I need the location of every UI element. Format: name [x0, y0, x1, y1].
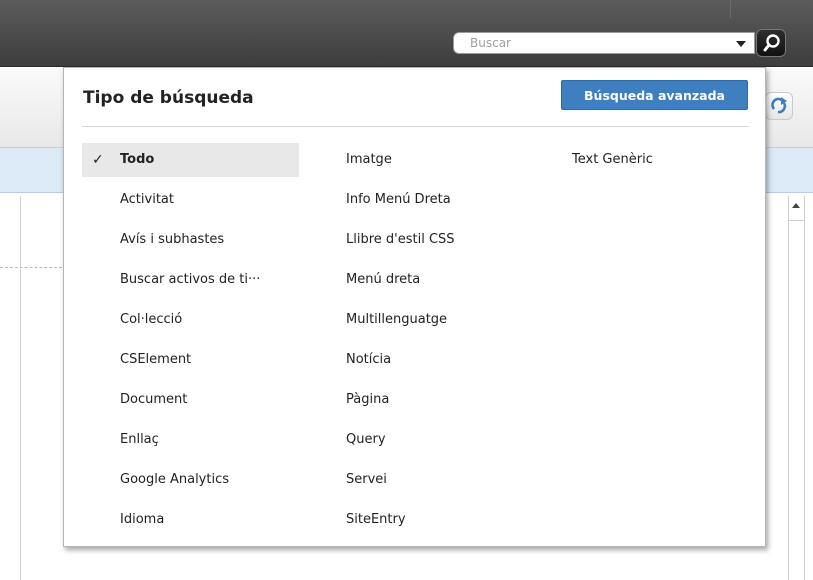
search-type-item[interactable]: Google Analytics	[82, 463, 299, 497]
panel-divider	[82, 126, 749, 127]
search-type-item[interactable]: Buscar activos de ti···	[82, 263, 299, 297]
vertical-scrollbar[interactable]	[788, 196, 805, 580]
search-type-item[interactable]: Notícia	[346, 343, 546, 377]
search-type-item-todo[interactable]: ✓ Todo	[82, 143, 299, 177]
search-box[interactable]	[453, 32, 755, 54]
search-type-item[interactable]: Query	[346, 423, 546, 457]
search-icon	[763, 34, 780, 52]
search-type-label: Google Analytics	[120, 472, 230, 487]
checkmark-icon: ✓	[92, 152, 104, 168]
search-type-item[interactable]: Idioma	[82, 503, 299, 537]
chevron-down-icon[interactable]	[736, 41, 746, 47]
content-frame-border	[20, 196, 21, 580]
search-type-label: Idioma	[120, 512, 165, 527]
search-type-item[interactable]: CSElement	[82, 343, 299, 377]
refresh-button[interactable]	[765, 92, 793, 120]
search-type-label: CSElement	[120, 352, 192, 367]
search-type-item[interactable]: Llibre d'estil CSS	[346, 223, 546, 257]
search-type-item[interactable]: Activitat	[82, 183, 299, 217]
search-type-label: Enllaç	[120, 432, 159, 447]
search-button[interactable]	[756, 29, 786, 57]
search-type-label: Document	[120, 392, 188, 407]
scrollbar-track	[789, 220, 804, 221]
search-type-label: Col·lecció	[120, 312, 183, 327]
panel-title: Tipo de búsqueda	[83, 88, 254, 108]
search-type-item[interactable]: Servei	[346, 463, 546, 497]
dashed-divider	[0, 267, 62, 268]
search-type-item[interactable]: Document	[82, 383, 299, 417]
top-bar-divider	[730, 0, 731, 18]
search-type-item[interactable]: Imatge	[346, 143, 546, 177]
search-type-item[interactable]: Col·lecció	[82, 303, 299, 337]
search-type-label: Buscar activos de ti···	[120, 272, 261, 287]
search-type-item[interactable]: Info Menú Dreta	[346, 183, 546, 217]
scroll-up-arrow-icon[interactable]	[792, 203, 800, 208]
search-type-label: Todo	[120, 152, 155, 167]
search-type-item[interactable]: Text Genèric	[572, 143, 742, 177]
search-type-label: Avís i subhastes	[120, 232, 225, 247]
search-type-item[interactable]: Pàgina	[346, 383, 546, 417]
refresh-icon	[771, 97, 787, 114]
search-input[interactable]	[470, 35, 720, 51]
search-type-label: Activitat	[120, 192, 174, 207]
search-type-dropdown: Tipo de búsqueda Búsqueda avanzada ✓ Tod…	[63, 67, 766, 547]
search-type-item[interactable]: Menú dreta	[346, 263, 546, 297]
advanced-search-button[interactable]: Búsqueda avanzada	[561, 80, 748, 110]
search-type-item[interactable]: SiteEntry	[346, 503, 546, 537]
search-type-item[interactable]: Enllaç	[82, 423, 299, 457]
search-type-item[interactable]: Multillenguatge	[346, 303, 546, 337]
search-type-item[interactable]: Avís i subhastes	[82, 223, 299, 257]
